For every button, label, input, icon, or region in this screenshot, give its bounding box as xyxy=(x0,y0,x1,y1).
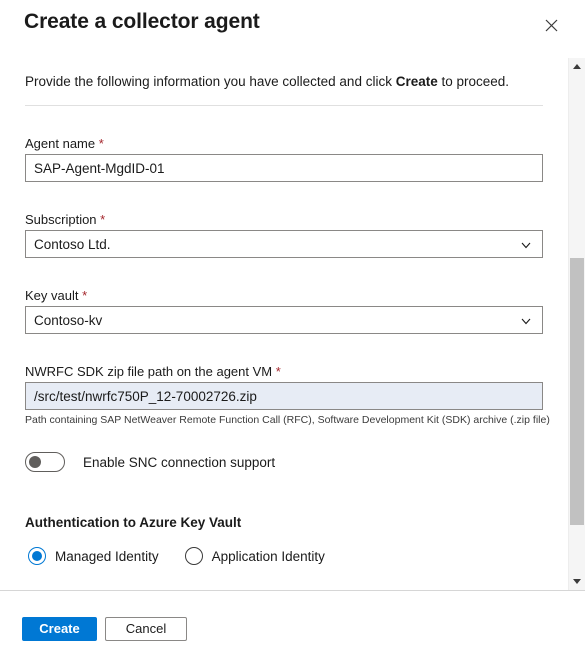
blade-header: Create a collector agent xyxy=(0,0,585,55)
intro-prefix: Provide the following information you ha… xyxy=(25,74,396,89)
key-vault-label-text: Key vault xyxy=(25,288,79,303)
auth-section-title: Authentication to Azure Key Vault xyxy=(25,515,242,530)
radio-application-identity[interactable]: Application Identity xyxy=(184,547,325,565)
agent-name-input[interactable] xyxy=(25,154,543,182)
subscription-value: Contoso Ltd. xyxy=(34,236,111,252)
radio-application-identity-indicator[interactable] xyxy=(184,547,203,565)
intro-text: Provide the following information you ha… xyxy=(25,73,525,91)
form-content: Provide the following information you ha… xyxy=(0,55,560,590)
nwrfc-path-label: NWRFC SDK zip file path on the agent VM … xyxy=(25,364,281,379)
snc-toggle-row[interactable]: Enable SNC connection support xyxy=(25,452,275,472)
chevron-down-icon xyxy=(520,238,532,250)
intro-suffix: to proceed. xyxy=(437,74,510,89)
required-marker: * xyxy=(82,288,88,303)
snc-toggle-label: Enable SNC connection support xyxy=(83,454,276,470)
blade-scroll-region: Provide the following information you ha… xyxy=(0,55,585,590)
close-button[interactable] xyxy=(539,13,563,37)
page-title: Create a collector agent xyxy=(24,10,260,33)
header-divider xyxy=(25,105,543,106)
snc-toggle-knob xyxy=(29,456,41,468)
snc-toggle-switch[interactable] xyxy=(25,452,65,472)
close-icon xyxy=(545,19,558,32)
subscription-label-text: Subscription xyxy=(25,212,97,227)
nwrfc-path-helper-text: Path containing SAP NetWeaver Remote Fun… xyxy=(25,414,550,426)
agent-name-label: Agent name * xyxy=(25,136,104,151)
nwrfc-path-label-text: NWRFC SDK zip file path on the agent VM xyxy=(25,364,273,379)
agent-name-label-text: Agent name xyxy=(25,136,96,151)
nwrfc-path-input[interactable] xyxy=(25,382,543,410)
key-vault-label: Key vault * xyxy=(25,288,87,303)
radio-managed-identity[interactable]: Managed Identity xyxy=(28,547,159,565)
chevron-down-icon xyxy=(520,314,532,326)
required-marker: * xyxy=(275,364,281,379)
radio-managed-identity-indicator[interactable] xyxy=(28,547,46,565)
scroll-up-arrow-icon[interactable] xyxy=(569,58,585,75)
radio-application-identity-label: Application Identity xyxy=(211,548,325,564)
scrollbar-thumb[interactable] xyxy=(570,258,584,525)
radio-managed-identity-label: Managed Identity xyxy=(55,548,159,564)
key-vault-value: Contoso-kv xyxy=(34,312,103,328)
subscription-label: Subscription * xyxy=(25,212,105,227)
subscription-dropdown[interactable]: Contoso Ltd. xyxy=(25,230,543,258)
auth-radio-group: Managed Identity Application Identity xyxy=(28,547,325,565)
intro-emphasis: Create xyxy=(395,74,438,89)
key-vault-dropdown[interactable]: Contoso-kv xyxy=(25,306,543,334)
scroll-down-arrow-icon[interactable] xyxy=(569,573,585,590)
cancel-button[interactable]: Cancel xyxy=(105,617,187,641)
create-button[interactable]: Create xyxy=(22,617,97,641)
blade-footer: Create Cancel xyxy=(0,591,585,661)
required-marker: * xyxy=(100,212,106,227)
required-marker: * xyxy=(98,136,104,151)
vertical-scrollbar[interactable] xyxy=(568,58,585,590)
